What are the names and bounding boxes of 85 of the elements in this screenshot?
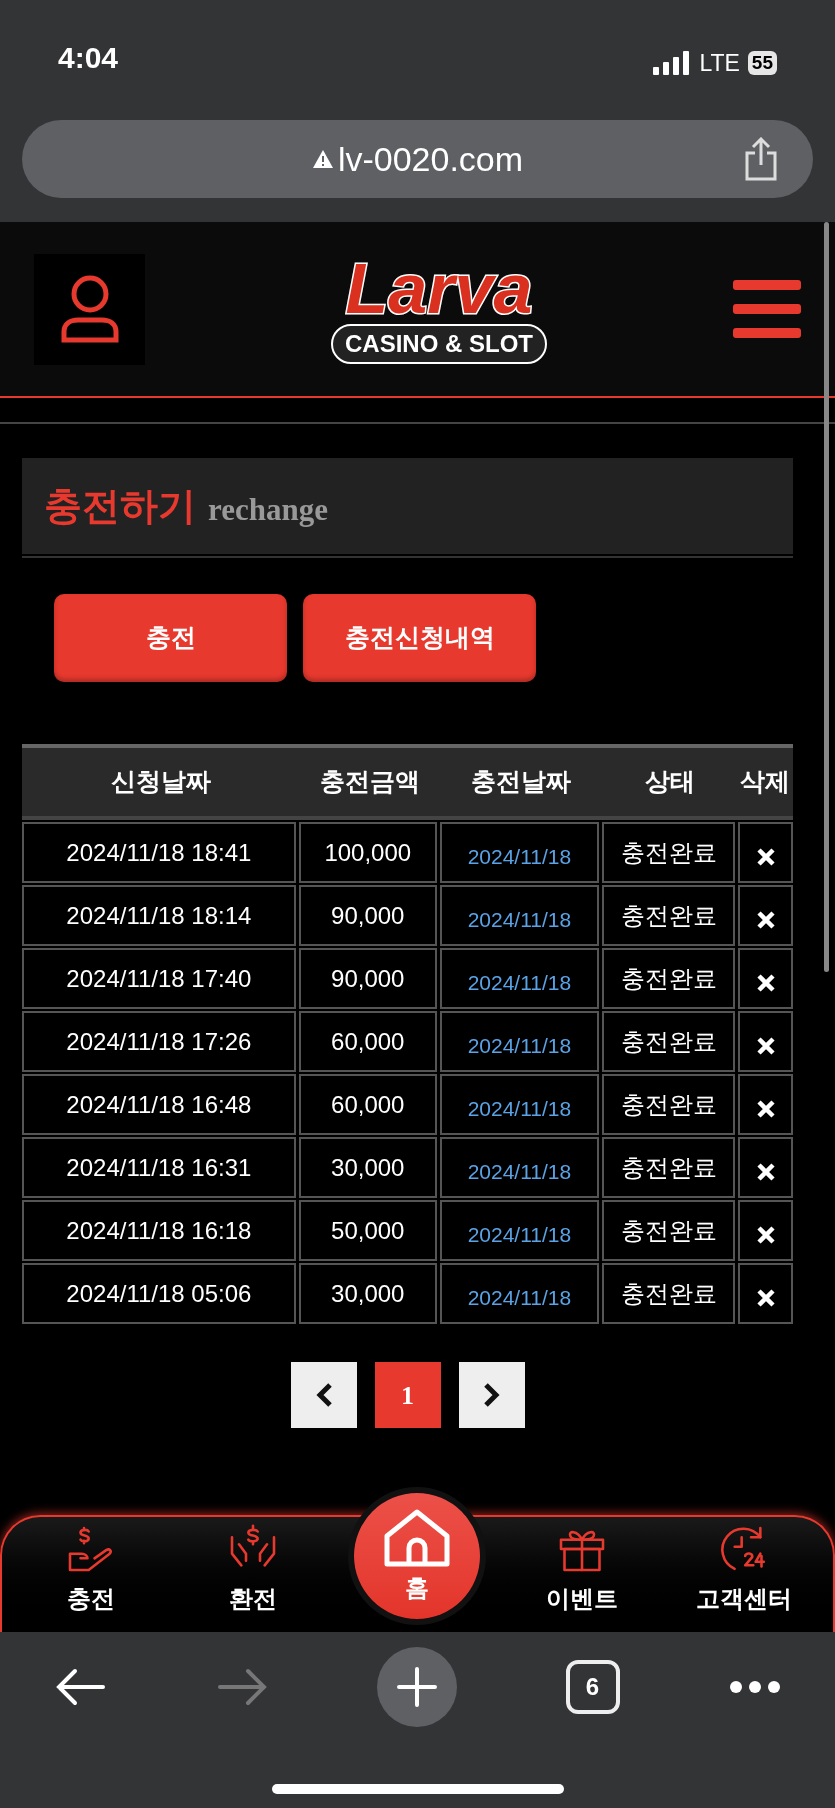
delete-button[interactable]: [738, 1137, 793, 1198]
table-cell: 2024/11/18: [439, 1011, 600, 1072]
page-subtitle: rechange: [208, 490, 328, 529]
table-cell: 충전완료: [602, 1263, 736, 1324]
signal-icon: [653, 50, 692, 75]
table-cell: 충전완료: [602, 1200, 736, 1261]
column-header: 삭제: [739, 766, 792, 798]
delete-button[interactable]: [738, 948, 793, 1009]
column-header: 충전날짜: [470, 766, 573, 798]
table-cell: 2024/11/18 16:18: [22, 1200, 296, 1261]
table-cell: 충전완료: [602, 948, 736, 1009]
chevron-right-icon: [482, 1382, 501, 1408]
table-cell: 충전완료: [602, 1137, 736, 1198]
nav-item[interactable]: 이벤트: [522, 1517, 643, 1617]
delete-button[interactable]: [738, 1074, 793, 1135]
nav-item[interactable]: 충전: [30, 1517, 151, 1617]
page-title: 충전하기: [44, 483, 196, 529]
table-cell: 2024/11/18: [439, 1074, 600, 1135]
table-cell: 50,000: [298, 1200, 437, 1261]
clock-time: 4:04: [58, 40, 119, 76]
action-button[interactable]: 충전신청내역: [303, 594, 536, 682]
logo-title: Larva: [345, 254, 533, 324]
table-cell: 60,000: [298, 1074, 437, 1135]
nav-item[interactable]: 고객센터: [684, 1517, 805, 1617]
table-cell: 2024/11/18: [439, 822, 600, 883]
action-button[interactable]: 충전: [54, 594, 287, 682]
close-icon: [756, 1036, 775, 1055]
table-cell: 충전완료: [602, 1074, 736, 1135]
delete-button[interactable]: [738, 822, 793, 883]
plus-icon: [396, 1667, 437, 1707]
table-cell: 2024/11/18 18:41: [22, 822, 296, 883]
address-bar[interactable]: lv-0020.com: [22, 120, 813, 198]
table-cell: 100,000: [298, 822, 437, 883]
table-cell: 2024/11/18: [439, 948, 600, 1009]
table-cell: 2024/11/18 18:14: [22, 885, 296, 946]
logo-subtitle: CASINO & SLOT: [331, 324, 547, 364]
tabs-button[interactable]: 6: [565, 1660, 620, 1714]
table-cell: 30,000: [298, 1137, 437, 1198]
back-arrow-icon[interactable]: [54, 1667, 107, 1707]
nav-item[interactable]: 환전: [192, 1517, 313, 1617]
table-cell: 2024/11/18 05:06: [22, 1263, 296, 1324]
battery-level: 55: [747, 50, 777, 75]
column-header: 충전금액: [319, 766, 422, 798]
close-icon: [756, 1162, 775, 1181]
menu-icon[interactable]: [733, 280, 801, 338]
column-header: 상태: [643, 766, 696, 798]
table-cell: 90,000: [298, 948, 437, 1009]
share-icon[interactable]: [743, 137, 779, 181]
table-cell: 60,000: [298, 1011, 437, 1072]
logo[interactable]: Larva CASINO & SLOT: [331, 254, 547, 364]
delete-button[interactable]: [738, 1200, 793, 1261]
table-cell: 2024/11/18 17:40: [22, 948, 296, 1009]
close-icon: [756, 847, 775, 866]
delete-button[interactable]: [738, 1011, 793, 1072]
table-cell: 충전완료: [602, 885, 736, 946]
table-cell: 2024/11/18 16:31: [22, 1137, 296, 1198]
table-cell: 2024/11/18: [439, 1137, 600, 1198]
table-cell: 충전완료: [602, 822, 736, 883]
more-icon[interactable]: [728, 1680, 781, 1694]
chevron-left-icon: [314, 1382, 333, 1408]
forward-arrow-icon[interactable]: [215, 1667, 268, 1707]
table-cell: 2024/11/18: [439, 1263, 600, 1324]
table-cell: 2024/11/18 16:48: [22, 1074, 296, 1135]
network-label: LTE: [699, 48, 740, 78]
table-cell: 충전완료: [602, 1011, 736, 1072]
warning-icon: [311, 149, 334, 169]
table-cell: 90,000: [298, 885, 437, 946]
next-page-button[interactable]: [458, 1362, 525, 1428]
account-button[interactable]: [34, 253, 145, 365]
page-button[interactable]: 1: [374, 1362, 441, 1428]
close-icon: [756, 1225, 775, 1244]
table-cell: 2024/11/18 17:26: [22, 1011, 296, 1072]
previous-page-button[interactable]: [290, 1362, 357, 1428]
close-icon: [756, 1099, 775, 1118]
delete-button[interactable]: [738, 885, 793, 946]
column-header: 신청날짜: [109, 766, 212, 798]
delete-button[interactable]: [738, 1263, 793, 1324]
close-icon: [756, 1288, 775, 1307]
close-icon: [756, 910, 775, 929]
table-cell: 2024/11/18: [439, 885, 600, 946]
table-cell: 30,000: [298, 1263, 437, 1324]
table-cell: 2024/11/18: [439, 1200, 600, 1261]
url-text: lv-0020.com: [337, 138, 524, 180]
user-icon: [59, 274, 120, 344]
close-icon: [756, 973, 775, 992]
